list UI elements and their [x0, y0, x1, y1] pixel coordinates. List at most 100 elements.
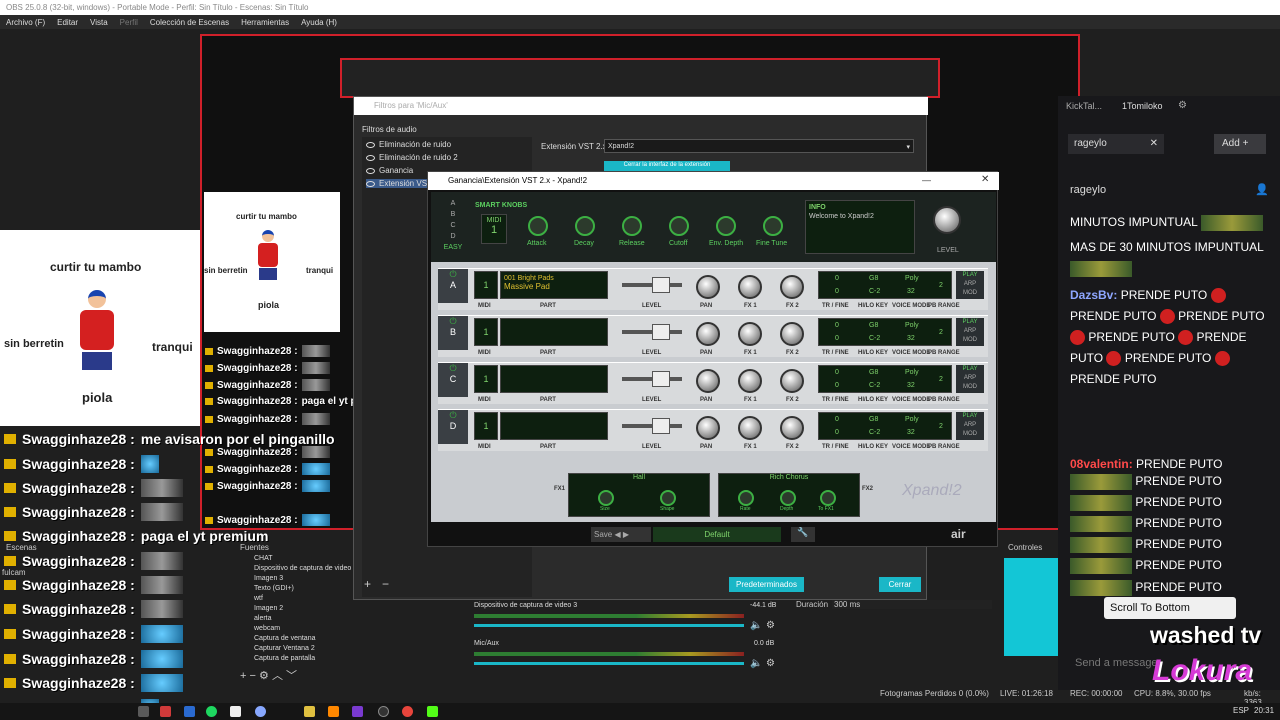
- power-icon[interactable]: ⏻: [438, 316, 468, 327]
- eye-icon[interactable]: [366, 154, 375, 161]
- close-icon[interactable]: ✕: [1150, 138, 1158, 149]
- fx2-knob[interactable]: [780, 322, 804, 346]
- part-letter[interactable]: D: [443, 231, 463, 242]
- menu-colecciones[interactable]: Colección de Escenas: [150, 18, 229, 27]
- user-icon[interactable]: 👤: [1255, 183, 1269, 196]
- gear-icon[interactable]: ⚙: [766, 658, 775, 669]
- app-icon[interactable]: [138, 706, 149, 717]
- add-source-button[interactable]: +: [240, 670, 246, 682]
- play-arp-mod[interactable]: PLAY ARP MOD: [956, 271, 984, 299]
- part-power[interactable]: ⏻ B: [438, 316, 468, 350]
- level-fader[interactable]: [652, 418, 670, 434]
- gear-icon[interactable]: ⚙: [1178, 100, 1187, 111]
- arp-label[interactable]: ARP: [956, 421, 984, 430]
- speaker-icon[interactable]: 🔈: [750, 620, 762, 631]
- gear-icon[interactable]: ⚙: [766, 620, 775, 631]
- fx2-depth-knob[interactable]: [780, 490, 796, 506]
- chat-tab-active[interactable]: 1Tomiloko: [1122, 101, 1163, 111]
- channel-search-tag[interactable]: rageylo ✕: [1068, 134, 1164, 154]
- play-label[interactable]: PLAY: [956, 412, 984, 421]
- fine-tune-knob[interactable]: [763, 216, 783, 236]
- menu-herramientas[interactable]: Herramientas: [241, 18, 289, 27]
- voice-settings[interactable]: 0 0 G8 C-2 Poly 32 2: [818, 271, 952, 299]
- menu-archivo[interactable]: Archivo (F): [6, 18, 45, 27]
- source-item[interactable]: Captura de pantalla: [236, 655, 354, 665]
- preset-display[interactable]: Default: [653, 527, 781, 542]
- fx1-shape-knob[interactable]: [660, 490, 676, 506]
- menu-editar[interactable]: Editar: [57, 18, 78, 27]
- level-fader[interactable]: [652, 277, 670, 293]
- power-icon[interactable]: ⏻: [438, 269, 468, 280]
- close-button[interactable]: Cerrar: [879, 577, 921, 592]
- midi-channel[interactable]: 1: [474, 318, 498, 346]
- midi-channel[interactable]: 1: [474, 365, 498, 393]
- move-down-button[interactable]: ﹀: [286, 670, 297, 682]
- volume-slider[interactable]: [474, 624, 744, 627]
- filter-item[interactable]: Eliminación de ruido: [366, 140, 451, 149]
- power-icon[interactable]: ⏻: [438, 410, 468, 421]
- midi-channel[interactable]: 1: [474, 271, 498, 299]
- send-message-input[interactable]: Send a message: [1075, 657, 1158, 669]
- source-item[interactable]: Dispositivo de captura de video: [236, 565, 354, 575]
- eye-icon[interactable]: [366, 180, 375, 187]
- patch-display[interactable]: [500, 412, 608, 440]
- eye-icon[interactable]: [366, 141, 375, 148]
- part-selector[interactable]: A B C D EASY: [443, 198, 463, 252]
- level-fader[interactable]: [652, 371, 670, 387]
- fx2-knob[interactable]: [780, 416, 804, 440]
- scroll-to-bottom-button[interactable]: Scroll To Bottom: [1104, 597, 1236, 619]
- scene-item[interactable]: fulcam: [2, 568, 26, 577]
- move-up-button[interactable]: ︿: [272, 670, 283, 682]
- fx1-size-knob[interactable]: [598, 490, 614, 506]
- app-icon[interactable]: [328, 706, 339, 717]
- cutoff-knob[interactable]: [669, 216, 689, 236]
- fx2-knob[interactable]: [780, 369, 804, 393]
- chrome-icon[interactable]: [402, 706, 413, 717]
- menu-vista[interactable]: Vista: [90, 18, 108, 27]
- app-icon[interactable]: [352, 706, 363, 717]
- kick-icon[interactable]: [427, 706, 438, 717]
- play-arp-mod[interactable]: PLAY ARP MOD: [956, 318, 984, 346]
- spotify-icon[interactable]: [206, 706, 217, 717]
- master-level-knob[interactable]: [933, 206, 961, 234]
- part-power[interactable]: ⏻ D: [438, 410, 468, 444]
- arp-label[interactable]: ARP: [956, 280, 984, 289]
- duration-input[interactable]: 300 ms: [832, 600, 992, 609]
- voice-settings[interactable]: 0 0 G8 C-2 Poly 32 2: [818, 412, 952, 440]
- play-arp-mod[interactable]: PLAY ARP MOD: [956, 365, 984, 393]
- source-item[interactable]: alerta: [236, 615, 354, 625]
- app-icon[interactable]: [184, 706, 195, 717]
- source-item[interactable]: webcam: [236, 625, 354, 635]
- release-knob[interactable]: [622, 216, 642, 236]
- menu-ayuda[interactable]: Ayuda (H): [301, 18, 337, 27]
- play-label[interactable]: PLAY: [956, 365, 984, 374]
- clock[interactable]: 20:31: [1254, 706, 1274, 715]
- vst-plugin-select[interactable]: Xpand!2 ▾: [604, 139, 914, 153]
- eye-icon[interactable]: [366, 167, 375, 174]
- pan-knob[interactable]: [696, 416, 720, 440]
- folder-icon[interactable]: [304, 706, 315, 717]
- gear-icon[interactable]: ⚙: [259, 670, 269, 682]
- midi-channel[interactable]: 1: [474, 412, 498, 440]
- mod-label[interactable]: MOD: [956, 430, 984, 439]
- voice-settings[interactable]: 0 0 G8 C-2 Poly 32 2: [818, 365, 952, 393]
- remove-source-button[interactable]: −: [250, 670, 256, 682]
- source-item[interactable]: Capturar Ventana 2: [236, 645, 354, 655]
- env-depth-knob[interactable]: [716, 216, 736, 236]
- filter-item[interactable]: Ganancia: [366, 166, 413, 175]
- source-item[interactable]: Texto (GDI+): [236, 585, 354, 595]
- remove-filter-button[interactable]: −: [382, 577, 389, 591]
- fx1-knob[interactable]: [738, 416, 762, 440]
- source-item[interactable]: wtf: [236, 595, 354, 605]
- source-item[interactable]: Imagen 2: [236, 605, 354, 615]
- save-preset-button[interactable]: Save ◀ ▶: [591, 527, 651, 542]
- decay-knob[interactable]: [575, 216, 595, 236]
- attack-knob[interactable]: [528, 216, 548, 236]
- obs-icon[interactable]: [378, 706, 389, 717]
- close-icon[interactable]: ✕: [981, 174, 989, 185]
- pan-knob[interactable]: [696, 369, 720, 393]
- patch-display[interactable]: [500, 365, 608, 393]
- power-icon[interactable]: ⏻: [438, 363, 468, 374]
- minimize-icon[interactable]: —: [922, 175, 931, 185]
- pan-knob[interactable]: [696, 275, 720, 299]
